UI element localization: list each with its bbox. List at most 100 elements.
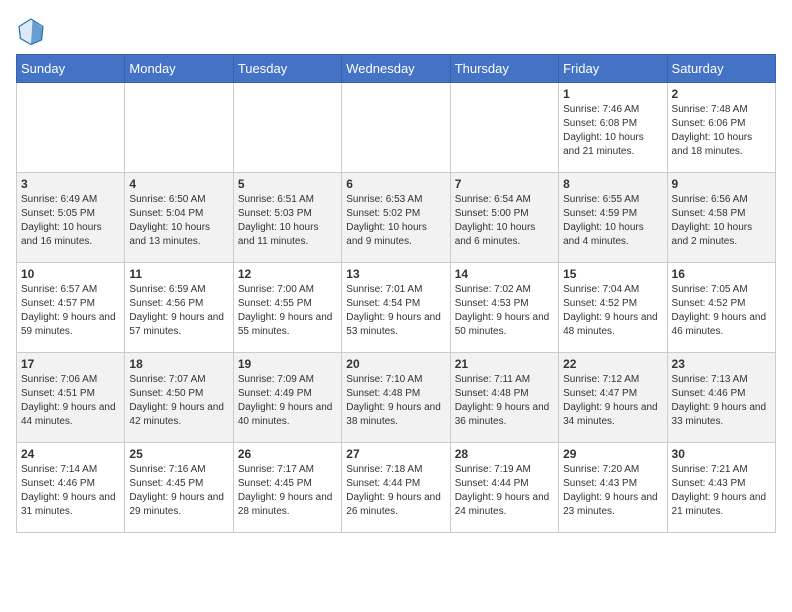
calendar-cell: 1 Sunrise: 7:46 AMSunset: 6:08 PMDaylight… — [559, 83, 667, 173]
day-info: Sunrise: 7:19 AMSunset: 4:44 PMDaylight:… — [455, 463, 554, 519]
day-info: Sunrise: 6:50 AMSunset: 5:04 PMDaylight:… — [129, 193, 228, 249]
day-number: 23 — [672, 357, 771, 371]
calendar-cell: 6Sunrise: 6:53 AMSunset: 5:02 PMDaylight… — [342, 173, 450, 263]
day-info: Sunrise: 7:20 AMSunset: 4:43 PMDaylight:… — [563, 463, 662, 519]
day-number: 20 — [346, 357, 445, 371]
day-number: 3 — [21, 177, 120, 191]
day-info: Sunrise: 7:48 AMSunset: 6:06 PMDaylight:… — [672, 103, 771, 159]
column-header-friday: Friday — [559, 55, 667, 83]
calendar-cell: 16Sunrise: 7:05 AMSunset: 4:52 PMDayligh… — [667, 263, 775, 353]
day-info: Sunrise: 6:55 AMSunset: 4:59 PMDaylight:… — [563, 193, 662, 249]
column-header-sunday: Sunday — [17, 55, 125, 83]
day-info: Sunrise: 7:14 AMSunset: 4:46 PMDaylight:… — [21, 463, 120, 519]
calendar-cell — [125, 83, 233, 173]
day-info: Sunrise: 7:02 AMSunset: 4:53 PMDaylight:… — [455, 283, 554, 339]
logo — [16, 16, 50, 46]
day-info: Sunrise: 6:57 AMSunset: 4:57 PMDaylight:… — [21, 283, 120, 339]
day-info: Sunrise: 7:07 AMSunset: 4:50 PMDaylight:… — [129, 373, 228, 429]
column-header-tuesday: Tuesday — [233, 55, 341, 83]
calendar-cell: 11 Sunrise: 6:59 AMSunset: 4:56 PMDayligh… — [125, 263, 233, 353]
day-number: 28 — [455, 447, 554, 461]
day-info: Sunrise: 7:00 AMSunset: 4:55 PMDaylight:… — [238, 283, 337, 339]
calendar-cell: 23 Sunrise: 7:13 AMSunset: 4:46 PMDayligh… — [667, 353, 775, 443]
calendar-cell: 20 Sunrise: 7:10 AMSunset: 4:48 PMDayligh… — [342, 353, 450, 443]
day-info: Sunrise: 7:46 AMSunset: 6:08 PMDaylight:… — [563, 103, 662, 159]
calendar-cell: 29 Sunrise: 7:20 AMSunset: 4:43 PMDayligh… — [559, 443, 667, 533]
calendar-cell: 26 Sunrise: 7:17 AMSunset: 4:45 PMDayligh… — [233, 443, 341, 533]
calendar-table: SundayMondayTuesdayWednesdayThursdayFrid… — [16, 54, 776, 533]
calendar-cell: 19 Sunrise: 7:09 AMSunset: 4:49 PMDayligh… — [233, 353, 341, 443]
calendar-cell: 13Sunrise: 7:01 AMSunset: 4:54 PMDayligh… — [342, 263, 450, 353]
calendar-week-3: 10 Sunrise: 6:57 AMSunset: 4:57 PMDayligh… — [17, 263, 776, 353]
day-number: 29 — [563, 447, 662, 461]
day-number: 2 — [672, 87, 771, 101]
day-number: 25 — [129, 447, 228, 461]
day-info: Sunrise: 6:59 AMSunset: 4:56 PMDaylight:… — [129, 283, 228, 339]
day-info: Sunrise: 6:51 AMSunset: 5:03 PMDaylight:… — [238, 193, 337, 249]
day-info: Sunrise: 7:09 AMSunset: 4:49 PMDaylight:… — [238, 373, 337, 429]
calendar-week-1: 1 Sunrise: 7:46 AMSunset: 6:08 PMDaylight… — [17, 83, 776, 173]
day-number: 4 — [129, 177, 228, 191]
day-number: 8 — [563, 177, 662, 191]
calendar-cell — [17, 83, 125, 173]
calendar-cell: 3 Sunrise: 6:49 AMSunset: 5:05 PMDaylight… — [17, 173, 125, 263]
calendar-cell: 17Sunrise: 7:06 AMSunset: 4:51 PMDayligh… — [17, 353, 125, 443]
day-number: 12 — [238, 267, 337, 281]
calendar-cell: 15 Sunrise: 7:04 AMSunset: 4:52 PMDayligh… — [559, 263, 667, 353]
day-number: 24 — [21, 447, 120, 461]
day-number: 10 — [21, 267, 120, 281]
calendar-week-5: 24 Sunrise: 7:14 AMSunset: 4:46 PMDayligh… — [17, 443, 776, 533]
column-header-thursday: Thursday — [450, 55, 558, 83]
calendar-cell: 27 Sunrise: 7:18 AMSunset: 4:44 PMDayligh… — [342, 443, 450, 533]
day-info: Sunrise: 7:13 AMSunset: 4:46 PMDaylight:… — [672, 373, 771, 429]
day-info: Sunrise: 6:56 AMSunset: 4:58 PMDaylight:… — [672, 193, 771, 249]
calendar-cell: 4 Sunrise: 6:50 AMSunset: 5:04 PMDaylight… — [125, 173, 233, 263]
calendar-cell: 2 Sunrise: 7:48 AMSunset: 6:06 PMDaylight… — [667, 83, 775, 173]
day-number: 5 — [238, 177, 337, 191]
calendar-cell: 9 Sunrise: 6:56 AMSunset: 4:58 PMDaylight… — [667, 173, 775, 263]
day-info: Sunrise: 7:10 AMSunset: 4:48 PMDaylight:… — [346, 373, 445, 429]
calendar-cell: 25 Sunrise: 7:16 AMSunset: 4:45 PMDayligh… — [125, 443, 233, 533]
day-info: Sunrise: 7:06 AMSunset: 4:51 PMDaylight:… — [21, 373, 120, 429]
calendar-cell: 5 Sunrise: 6:51 AMSunset: 5:03 PMDaylight… — [233, 173, 341, 263]
calendar-cell: 7 Sunrise: 6:54 AMSunset: 5:00 PMDaylight… — [450, 173, 558, 263]
day-info: Sunrise: 6:54 AMSunset: 5:00 PMDaylight:… — [455, 193, 554, 249]
day-number: 19 — [238, 357, 337, 371]
day-number: 30 — [672, 447, 771, 461]
column-header-saturday: Saturday — [667, 55, 775, 83]
day-number: 14 — [455, 267, 554, 281]
day-info: Sunrise: 7:17 AMSunset: 4:45 PMDaylight:… — [238, 463, 337, 519]
calendar-cell: 21 Sunrise: 7:11 AMSunset: 4:48 PMDayligh… — [450, 353, 558, 443]
day-info: Sunrise: 7:01 AMSunset: 4:54 PMDaylight:… — [346, 283, 445, 339]
calendar-cell: 24 Sunrise: 7:14 AMSunset: 4:46 PMDayligh… — [17, 443, 125, 533]
page-header — [16, 16, 776, 46]
day-number: 18 — [129, 357, 228, 371]
calendar-cell: 30 Sunrise: 7:21 AMSunset: 4:43 PMDayligh… — [667, 443, 775, 533]
day-number: 7 — [455, 177, 554, 191]
day-info: Sunrise: 7:21 AMSunset: 4:43 PMDaylight:… — [672, 463, 771, 519]
day-number: 21 — [455, 357, 554, 371]
calendar-week-4: 17Sunrise: 7:06 AMSunset: 4:51 PMDayligh… — [17, 353, 776, 443]
calendar-cell: 8 Sunrise: 6:55 AMSunset: 4:59 PMDaylight… — [559, 173, 667, 263]
day-info: Sunrise: 7:11 AMSunset: 4:48 PMDaylight:… — [455, 373, 554, 429]
column-header-monday: Monday — [125, 55, 233, 83]
day-info: Sunrise: 7:04 AMSunset: 4:52 PMDaylight:… — [563, 283, 662, 339]
day-number: 27 — [346, 447, 445, 461]
day-number: 1 — [563, 87, 662, 101]
column-header-wednesday: Wednesday — [342, 55, 450, 83]
day-number: 11 — [129, 267, 228, 281]
day-info: Sunrise: 6:53 AMSunset: 5:02 PMDaylight:… — [346, 193, 445, 249]
calendar-cell — [450, 83, 558, 173]
calendar-cell: 22Sunrise: 7:12 AMSunset: 4:47 PMDayligh… — [559, 353, 667, 443]
day-number: 15 — [563, 267, 662, 281]
calendar-cell: 12 Sunrise: 7:00 AMSunset: 4:55 PMDayligh… — [233, 263, 341, 353]
calendar-cell — [342, 83, 450, 173]
day-info: Sunrise: 6:49 AMSunset: 5:05 PMDaylight:… — [21, 193, 120, 249]
day-number: 16 — [672, 267, 771, 281]
calendar-cell: 14 Sunrise: 7:02 AMSunset: 4:53 PMDayligh… — [450, 263, 558, 353]
day-number: 22 — [563, 357, 662, 371]
day-number: 26 — [238, 447, 337, 461]
day-info: Sunrise: 7:16 AMSunset: 4:45 PMDaylight:… — [129, 463, 228, 519]
day-info: Sunrise: 7:18 AMSunset: 4:44 PMDaylight:… — [346, 463, 445, 519]
day-number: 9 — [672, 177, 771, 191]
